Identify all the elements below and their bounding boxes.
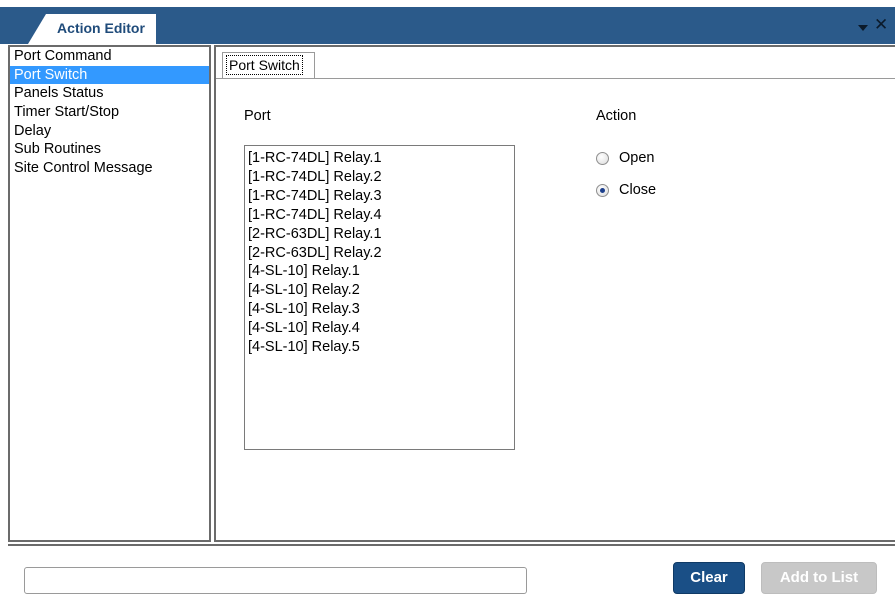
action-type-item[interactable]: Panels Status (10, 84, 209, 103)
pin-icon[interactable] (858, 25, 868, 31)
window-title: Action Editor (57, 20, 145, 36)
port-list-item[interactable]: [4-SL-10] Relay.1 (245, 262, 514, 281)
port-list-item[interactable]: [4-SL-10] Relay.2 (245, 281, 514, 300)
radio-close-row[interactable]: Close (596, 180, 656, 200)
tab-port-switch-label: Port Switch (226, 55, 303, 75)
add-to-list-button[interactable]: Add to List (761, 562, 877, 594)
action-type-item[interactable]: Site Control Message (10, 159, 209, 178)
action-type-list[interactable]: Port Command Port Switch Panels Status T… (8, 45, 211, 542)
clear-button[interactable]: Clear (673, 562, 745, 594)
radio-open-row[interactable]: Open (596, 148, 654, 168)
status-field[interactable] (24, 567, 527, 594)
radio-close-label[interactable]: Close (619, 182, 656, 198)
port-label: Port (244, 108, 271, 124)
action-type-item[interactable]: Sub Routines (10, 140, 209, 159)
action-editor-tab[interactable]: Action Editor (28, 14, 156, 44)
action-type-item[interactable]: Timer Start/Stop (10, 103, 209, 122)
port-list-item[interactable]: [2-RC-63DL] Relay.2 (245, 244, 514, 263)
radio-open[interactable] (596, 151, 609, 165)
port-list[interactable]: [1-RC-74DL] Relay.1 [1-RC-74DL] Relay.2 … (244, 145, 515, 450)
port-list-item[interactable]: [2-RC-63DL] Relay.1 (245, 225, 514, 244)
bottom-divider (8, 544, 895, 546)
title-bar: Action Editor ✕ (0, 0, 895, 44)
radio-open-label[interactable]: Open (619, 150, 654, 166)
port-list-item[interactable]: [1-RC-74DL] Relay.2 (245, 168, 514, 187)
port-list-item[interactable]: [4-SL-10] Relay.4 (245, 319, 514, 338)
port-list-item[interactable]: [1-RC-74DL] Relay.1 (245, 149, 514, 168)
action-type-item-selected[interactable]: Port Switch (10, 65, 209, 85)
action-type-item[interactable]: Port Command (10, 47, 209, 66)
port-list-item[interactable]: [1-RC-74DL] Relay.4 (245, 206, 514, 225)
radio-close[interactable] (596, 183, 609, 197)
action-label: Action (596, 108, 637, 124)
port-list-item[interactable]: [4-SL-10] Relay.5 (245, 338, 514, 357)
port-list-item[interactable]: [1-RC-74DL] Relay.3 (245, 187, 514, 206)
port-list-item[interactable]: [4-SL-10] Relay.3 (245, 300, 514, 319)
close-icon[interactable]: ✕ (874, 16, 888, 33)
tab-port-switch[interactable]: Port Switch (222, 52, 315, 78)
action-type-item[interactable]: Delay (10, 122, 209, 141)
tab-strip: Port Switch (216, 47, 895, 79)
